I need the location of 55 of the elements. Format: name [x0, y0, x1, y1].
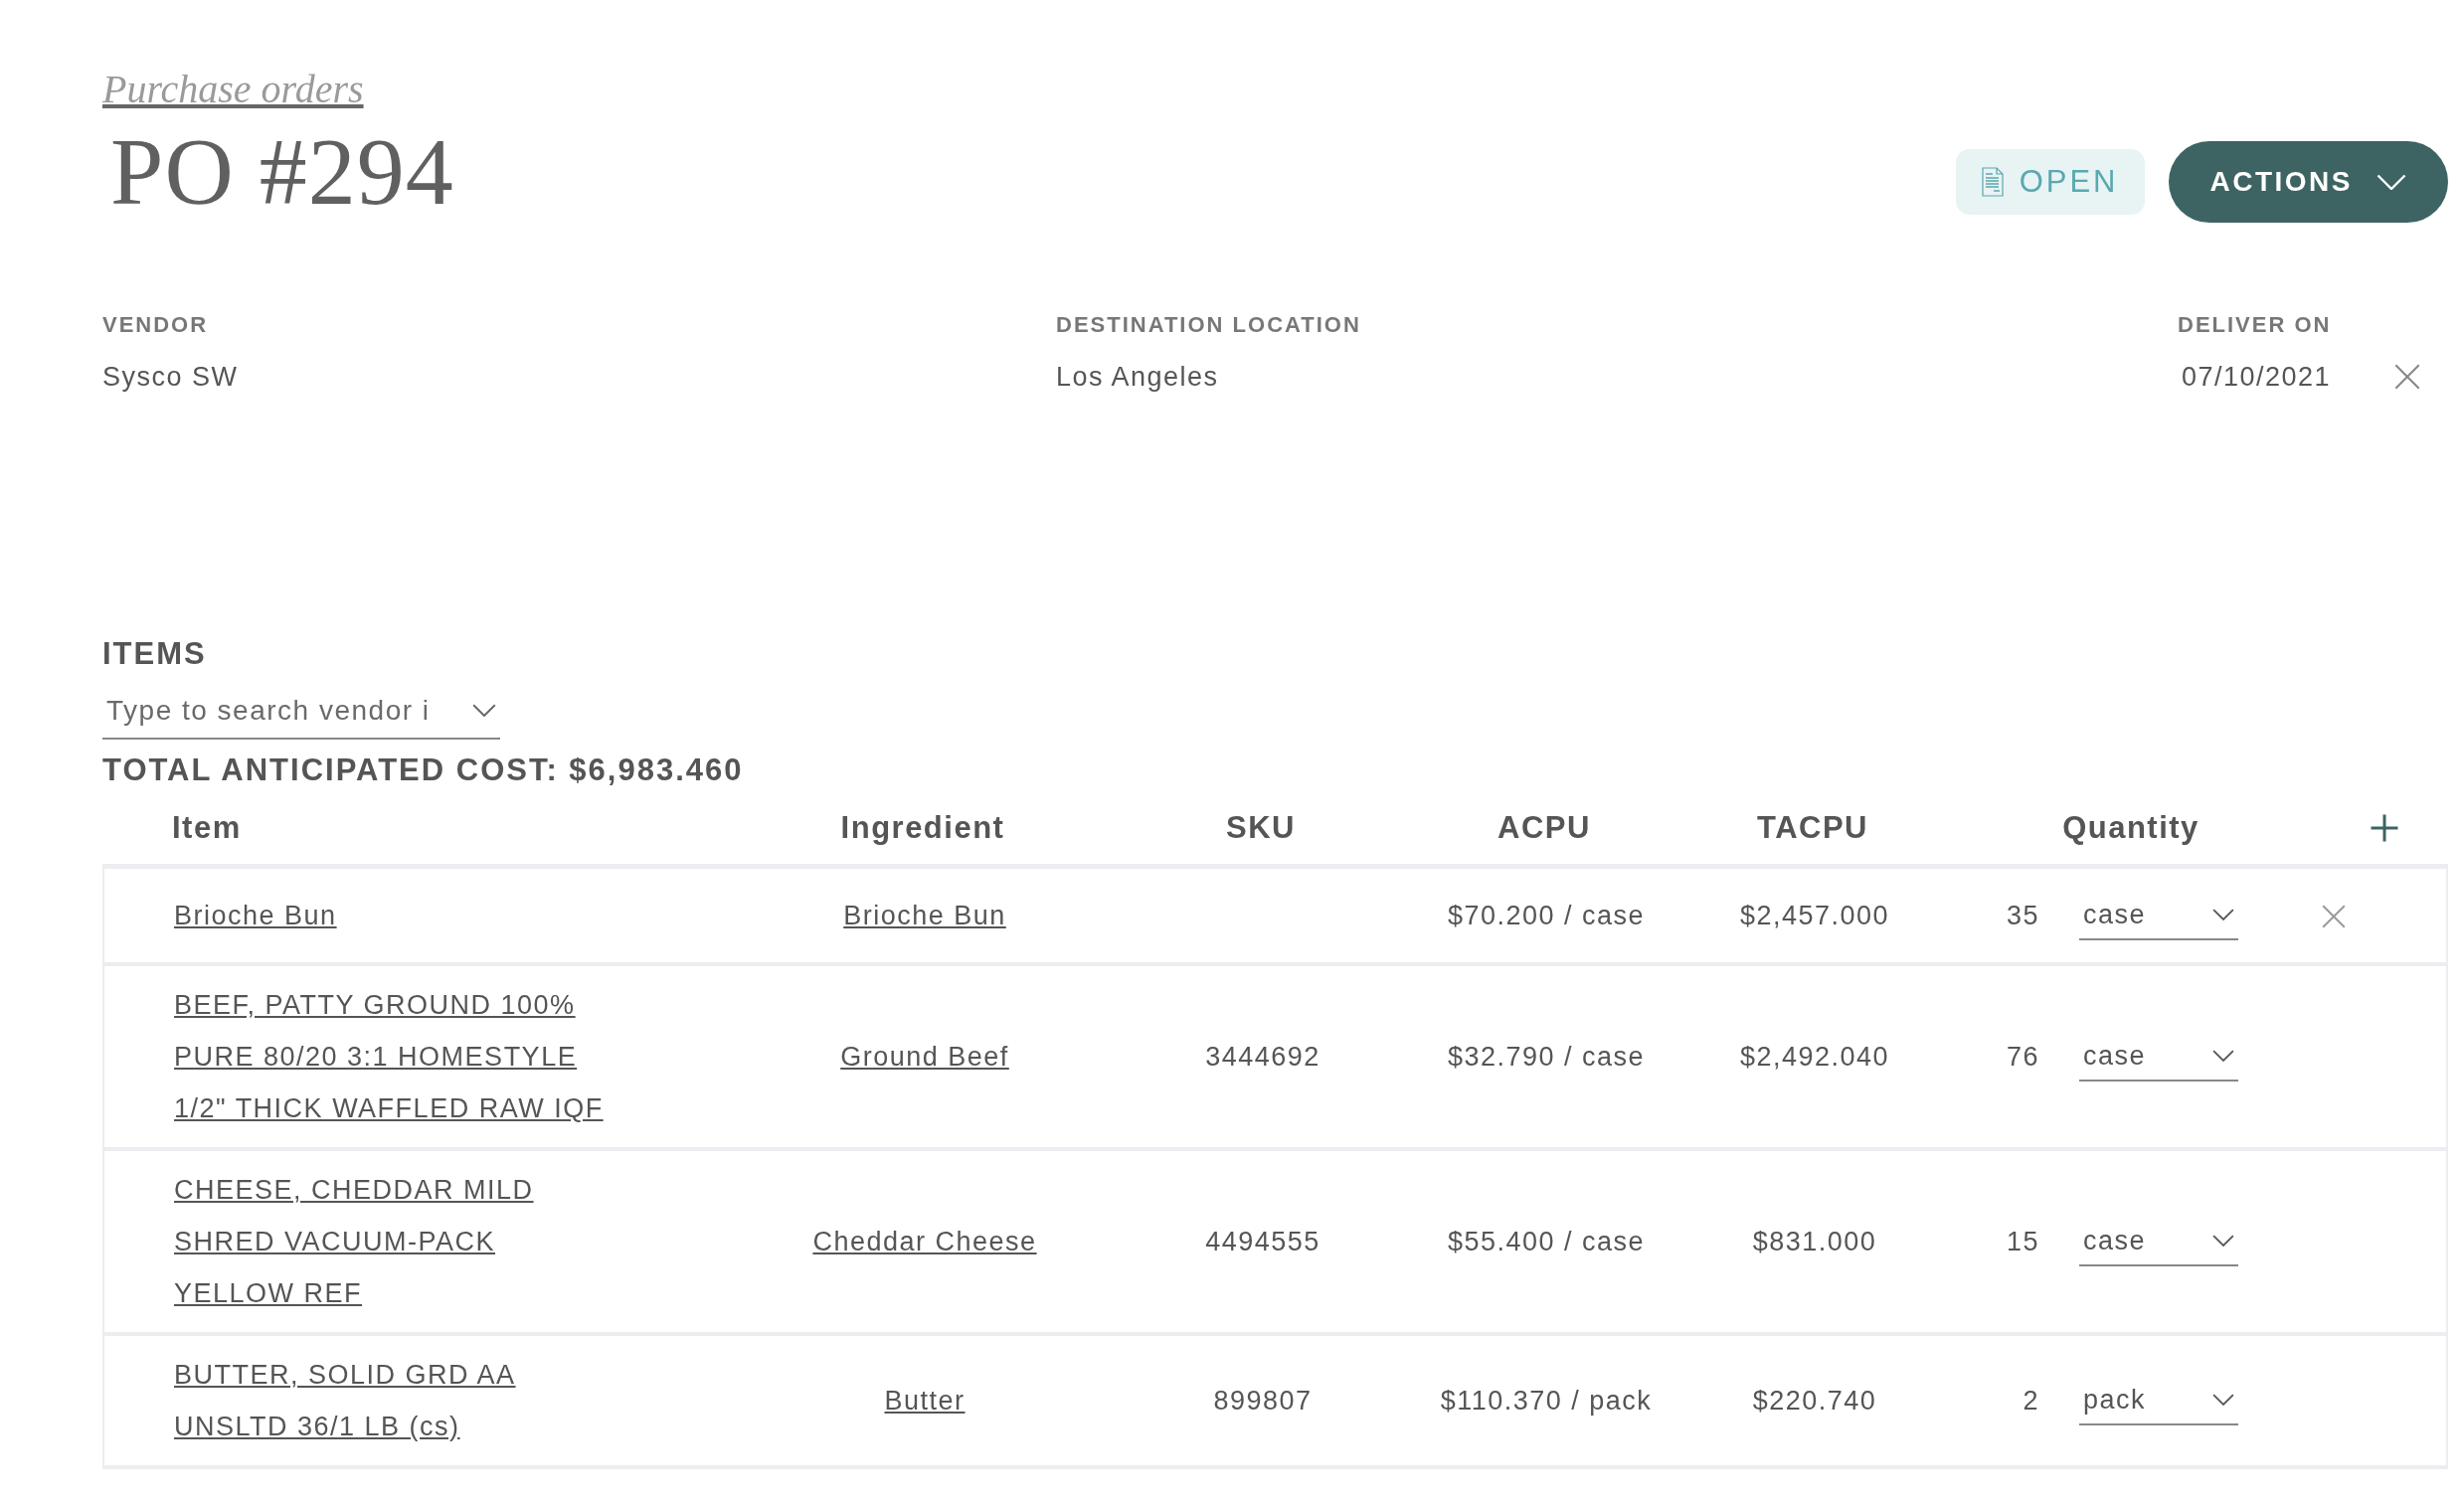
field-label: VENDOR	[102, 310, 210, 339]
acpu-text: $70.200 / case	[1447, 900, 1646, 930]
ingredient-link[interactable]: Butter	[884, 1385, 966, 1416]
search-field[interactable]: Type to search vendor i	[102, 685, 500, 740]
tacpu-text: $220.740	[1752, 1385, 1877, 1416]
sku-text: 4494555	[1205, 1226, 1320, 1256]
close-icon[interactable]	[2322, 905, 2346, 929]
chevron-down-icon	[2376, 173, 2406, 191]
chevron-down-icon	[2212, 1393, 2234, 1406]
column-header: Ingredient	[839, 809, 1006, 848]
field-value: 07/10/2021	[2181, 360, 2332, 394]
field-value: Los Angeles	[1056, 360, 1219, 394]
quantity-text: 35	[2006, 900, 2039, 930]
column-header: SKU	[1225, 809, 1297, 848]
column-header: ACPU	[1496, 809, 1592, 848]
acpu-text: $55.400 / case	[1447, 1226, 1646, 1256]
ingredient-link[interactable]: Ground Beef	[840, 1041, 1009, 1072]
page-title: PO #294	[110, 119, 454, 225]
total-cost: TOTAL ANTICIPATED COST: $6,983.460	[102, 750, 745, 789]
field-label: DESTINATION LOCATION	[1056, 310, 1362, 339]
actions-button[interactable]: ACTIONS	[2168, 141, 2448, 223]
column-header: TACPU	[1756, 809, 1869, 848]
quantity-text: 15	[2006, 1226, 2039, 1256]
ingredient-link[interactable]: Brioche Bun	[843, 900, 1006, 930]
ingredient-link[interactable]: Cheddar Cheese	[812, 1226, 1037, 1256]
tacpu-text: $2,492.040	[1739, 1041, 1890, 1072]
quantity-text: 2	[2023, 1385, 2039, 1416]
add-icon[interactable]	[2369, 813, 2399, 844]
close-icon[interactable]	[2394, 363, 2421, 390]
acpu-text: $110.370 / pack	[1440, 1385, 1653, 1416]
acpu-text: $32.790 / case	[1447, 1041, 1646, 1072]
document-icon	[1981, 167, 2004, 197]
item-link[interactable]: BEEF, PATTY GROUND 100% PURE 80/20 3:1 HOMESTYLE 1/2" THICK WAFFLED RAW IQF	[174, 978, 621, 1134]
chevron-down-icon	[2212, 1049, 2234, 1062]
section-heading: ITEMS	[102, 635, 208, 674]
item-link[interactable]: BUTTER, SOLID GRD AA UNSLTD 36/1 LB (cs)	[174, 1348, 621, 1452]
unit-select[interactable]: pack	[2079, 1375, 2238, 1425]
sku-text: 3444692	[1205, 1041, 1320, 1072]
chevron-down-icon	[2212, 1234, 2234, 1247]
field-value: Sysco SW	[102, 360, 239, 394]
status-label: OPEN	[2019, 162, 2119, 201]
quantity-text: 76	[2006, 1041, 2039, 1072]
column-header: Quantity	[2061, 809, 2200, 848]
chevron-down-icon	[2212, 908, 2234, 920]
chevron-down-icon	[472, 704, 496, 718]
unit-select[interactable]: case	[2079, 1216, 2238, 1266]
field-label: DELIVER ON	[2178, 310, 2333, 339]
unit-select[interactable]: case	[2079, 1031, 2238, 1082]
item-link[interactable]: Brioche Bun	[174, 889, 621, 941]
column-header: Item	[172, 809, 243, 848]
tacpu-text: $831.000	[1752, 1226, 1877, 1256]
tacpu-text: $2,457.000	[1739, 900, 1890, 930]
unit-select[interactable]: case	[2079, 890, 2238, 940]
sku-text: 899807	[1213, 1385, 1313, 1416]
item-link[interactable]: CHEESE, CHEDDAR MILD SHRED VACUUM-PACK YELLOW REF	[174, 1163, 621, 1319]
